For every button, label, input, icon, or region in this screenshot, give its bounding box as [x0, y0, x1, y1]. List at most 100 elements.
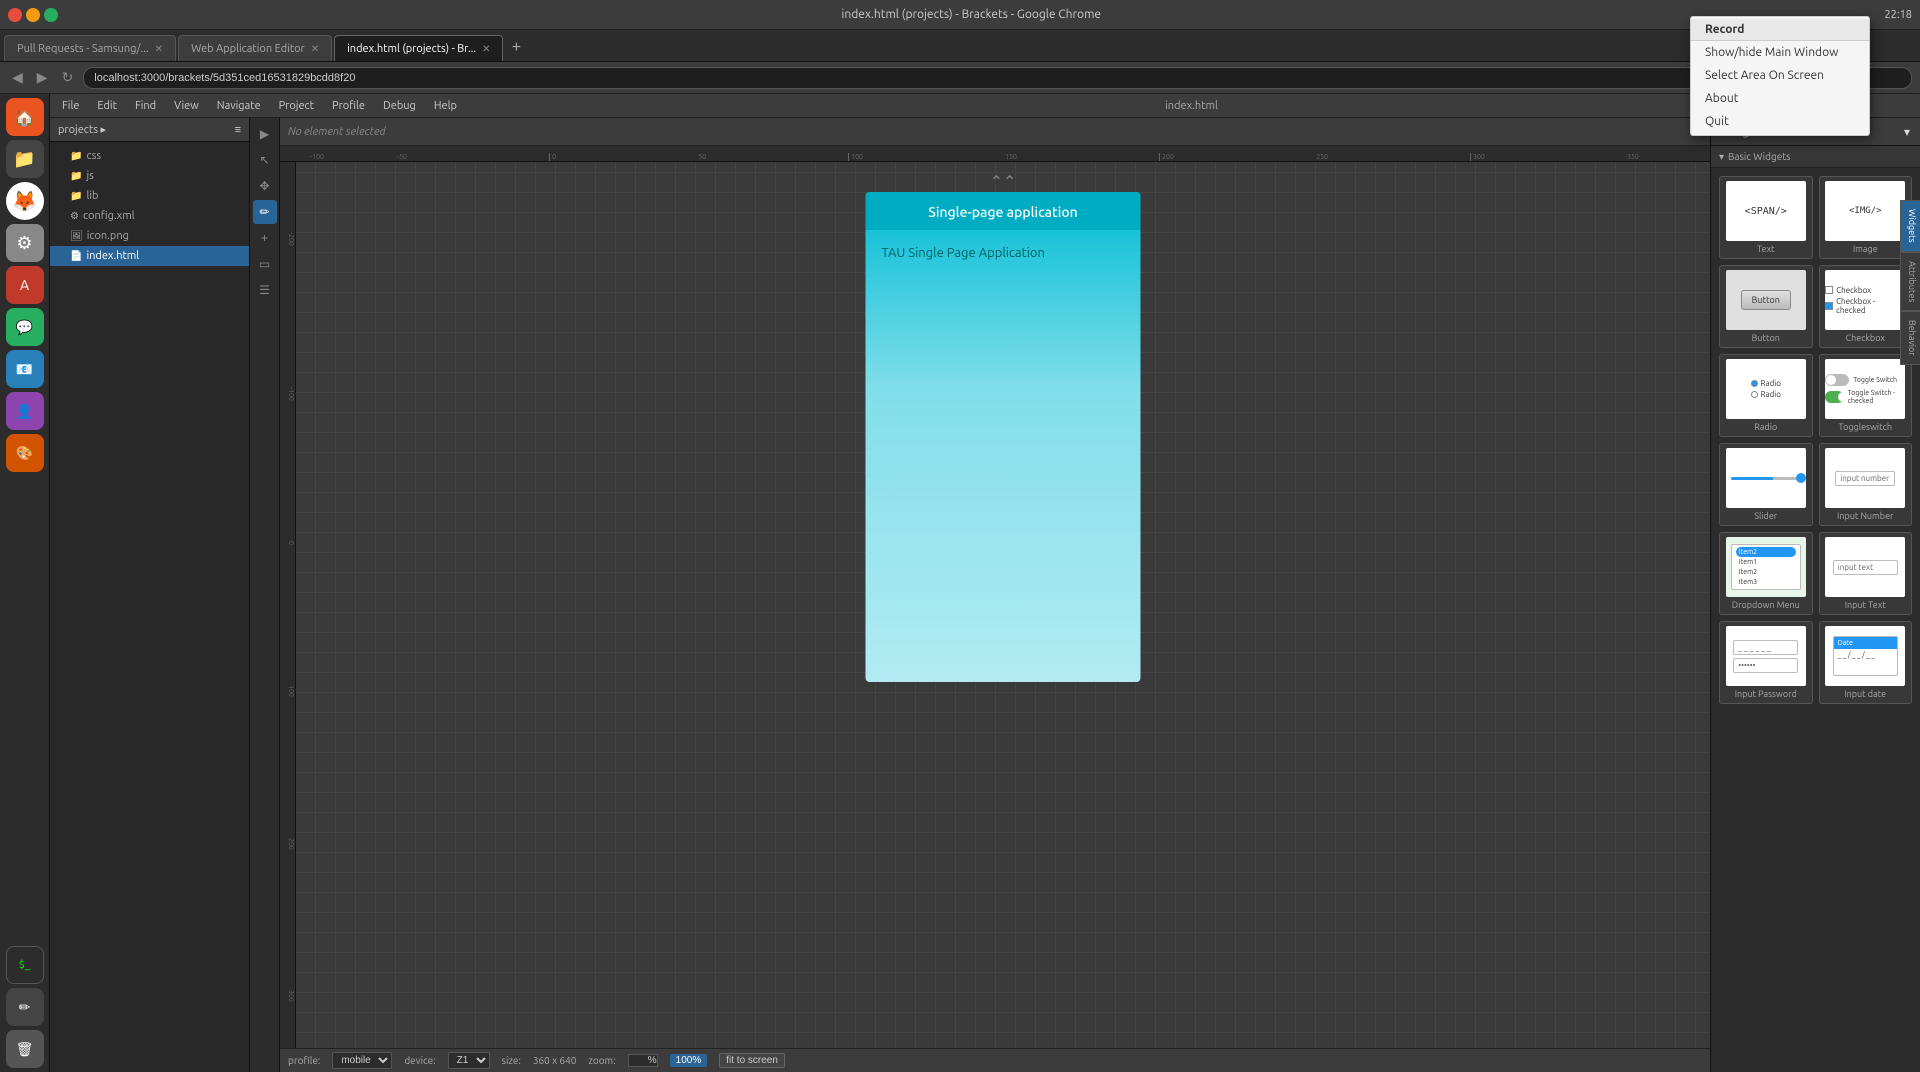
menu-edit[interactable]: Edit: [89, 98, 125, 114]
reload-button[interactable]: ↻: [58, 67, 78, 88]
project-name: projects ▸: [58, 123, 106, 136]
widget-text[interactable]: <SPAN/> Text: [1719, 176, 1813, 259]
widget-image[interactable]: <IMG/> Image: [1819, 176, 1913, 259]
toolbar-frame-button[interactable]: ▭: [253, 252, 277, 276]
profile-select[interactable]: mobile: [332, 1052, 392, 1069]
file-tree-collapse[interactable]: ≡: [235, 124, 241, 136]
dock-terminal-icon[interactable]: $_: [6, 946, 44, 984]
side-tab-attributes[interactable]: Attributes: [1900, 252, 1920, 311]
toolbar-edit-button[interactable]: ✏: [253, 200, 277, 224]
menu-profile[interactable]: Profile: [324, 98, 373, 114]
window-controls[interactable]: [8, 8, 58, 22]
widget-input-text[interactable]: input text Input Text: [1819, 532, 1913, 615]
widget-toggle-preview: Toggle Switch Toggle Switch - checked: [1825, 359, 1905, 419]
back-button[interactable]: ◀: [8, 67, 27, 88]
toolbar-list-button[interactable]: ☰: [253, 278, 277, 302]
input-number-widget-icon: input number: [1835, 471, 1895, 486]
widget-slider[interactable]: Slider: [1719, 443, 1813, 526]
context-menu-select-area[interactable]: Select Area On Screen: [1691, 64, 1869, 87]
dock-app2-icon[interactable]: 💬: [6, 308, 44, 346]
widget-toggleswitch[interactable]: Toggle Switch Toggle Switch - checked: [1819, 354, 1913, 437]
file-item-css[interactable]: 📁 css: [50, 146, 249, 166]
widget-radio[interactable]: Radio Radio Radio: [1719, 354, 1813, 437]
menu-view[interactable]: View: [166, 98, 207, 114]
dock-app1-icon[interactable]: A: [6, 266, 44, 304]
dock-files-icon[interactable]: 📁: [6, 140, 44, 178]
widget-input-number-preview: input number: [1825, 448, 1905, 508]
dock-home-icon[interactable]: 🏠: [6, 98, 44, 136]
phone-subtitle: TAU Single Page Application: [882, 246, 1125, 260]
widget-checkbox-label: Checkbox: [1846, 333, 1885, 343]
fit-screen-button[interactable]: fit to screen: [719, 1053, 785, 1068]
context-menu-about[interactable]: About: [1691, 87, 1869, 110]
scroll-up-arrow[interactable]: ⌃⌃: [990, 172, 1017, 191]
widget-input-date-label: Input date: [1844, 689, 1886, 699]
folder-icon: 📁: [70, 190, 82, 202]
widget-dropdown-preview: Item2 Item1 Item2 Item3: [1726, 537, 1806, 597]
side-tab-widgets[interactable]: Widgets: [1900, 200, 1920, 252]
right-side-tabs: Widgets Attributes Behavior: [1900, 200, 1920, 365]
tab-index-html[interactable]: index.html (projects) - Br... ✕: [334, 35, 503, 61]
size-label: size:: [502, 1055, 521, 1066]
html-icon: 📄: [70, 250, 82, 262]
dock-app5-icon[interactable]: 🎨: [6, 434, 44, 472]
file-item-index[interactable]: 📄 index.html: [50, 246, 249, 266]
zoom-input[interactable]: [628, 1054, 658, 1067]
window-minimize-button[interactable]: [26, 8, 40, 22]
selected-element-label: No element selected: [288, 126, 386, 138]
file-item-icon[interactable]: 🖼 icon.png: [50, 226, 249, 246]
widget-input-date[interactable]: Date _ _ / _ _ / _ _ Input date: [1819, 621, 1913, 704]
tab-close-button[interactable]: ✕: [155, 43, 163, 55]
menu-help[interactable]: Help: [426, 98, 465, 114]
context-menu-quit[interactable]: Quit: [1691, 110, 1869, 133]
menu-debug[interactable]: Debug: [375, 98, 424, 114]
menu-navigate[interactable]: Navigate: [209, 98, 269, 114]
file-item-config[interactable]: ⚙ config.xml: [50, 206, 249, 226]
window-maximize-button[interactable]: [44, 8, 58, 22]
toolbar-move-button[interactable]: ✥: [253, 174, 277, 198]
widget-radio-label: Radio: [1754, 422, 1777, 432]
file-item-js[interactable]: 📁 js: [50, 166, 249, 186]
dock-trash-icon[interactable]: 🗑: [6, 1030, 44, 1068]
file-item-lib[interactable]: 📁 lib: [50, 186, 249, 206]
widget-dropdown-label: Dropdown Menu: [1732, 600, 1800, 610]
widget-checkbox[interactable]: Checkbox Checkbox - checked Checkbox: [1819, 265, 1913, 348]
toolbar-play-button[interactable]: ▶: [253, 122, 277, 146]
window-close-button[interactable]: [8, 8, 22, 22]
zoom-value-button[interactable]: 100%: [670, 1054, 708, 1067]
toolbar-cursor-button[interactable]: ↖: [253, 148, 277, 172]
dock-browser-icon[interactable]: 🦊: [6, 182, 44, 220]
dock-app3-icon[interactable]: 📧: [6, 350, 44, 388]
canvas-viewport[interactable]: ⌃⌃ Single-page application TAU Single Pa…: [296, 162, 1710, 1072]
context-menu-show-hide[interactable]: Show/hide Main Window: [1691, 41, 1869, 64]
phone-preview: Single-page application TAU Single Page …: [866, 192, 1141, 682]
dock-draw-icon[interactable]: ✏: [6, 988, 44, 1026]
brackets-container: File Edit Find View Navigate Project Pro…: [50, 94, 1920, 1072]
widget-input-password[interactable]: _ _ _ _ _ _ •••••• Input Password: [1719, 621, 1813, 704]
tab-close-button[interactable]: ✕: [482, 43, 490, 55]
file-tree: projects ▸ ≡ 📁 css 📁 js 📁 lib: [50, 118, 250, 1072]
menu-find[interactable]: Find: [127, 98, 164, 114]
menu-project[interactable]: Project: [271, 98, 322, 114]
forward-button[interactable]: ▶: [33, 67, 52, 88]
tab-close-button[interactable]: ✕: [311, 43, 319, 55]
menu-file[interactable]: File: [54, 98, 87, 114]
zoom-label: zoom:: [588, 1055, 615, 1066]
file-name: config.xml: [83, 210, 135, 222]
widget-input-number[interactable]: input number Input Number: [1819, 443, 1913, 526]
tab-web-app-editor[interactable]: Web Application Editor ✕: [178, 35, 332, 61]
new-tab-button[interactable]: +: [505, 37, 527, 59]
address-bar: ◀ ▶ ↻: [0, 62, 1920, 94]
dock-settings-icon[interactable]: ⚙: [6, 224, 44, 262]
toolbar-plus-button[interactable]: +: [253, 226, 277, 250]
device-select[interactable]: Z1: [448, 1052, 490, 1069]
tab-pull-requests[interactable]: Pull Requests - Samsung/... ✕: [4, 35, 176, 61]
widget-input-text-preview: input text: [1825, 537, 1905, 597]
device-label: device:: [404, 1055, 435, 1066]
dock-app4-icon[interactable]: 👤: [6, 392, 44, 430]
widget-button[interactable]: Button Button: [1719, 265, 1813, 348]
panel-collapse[interactable]: ▾: [1904, 125, 1910, 139]
side-tab-behavior[interactable]: Behavior: [1900, 311, 1920, 365]
widget-dropdown[interactable]: Item2 Item1 Item2 Item3 Dropdown Menu: [1719, 532, 1813, 615]
url-input[interactable]: [83, 67, 1912, 89]
